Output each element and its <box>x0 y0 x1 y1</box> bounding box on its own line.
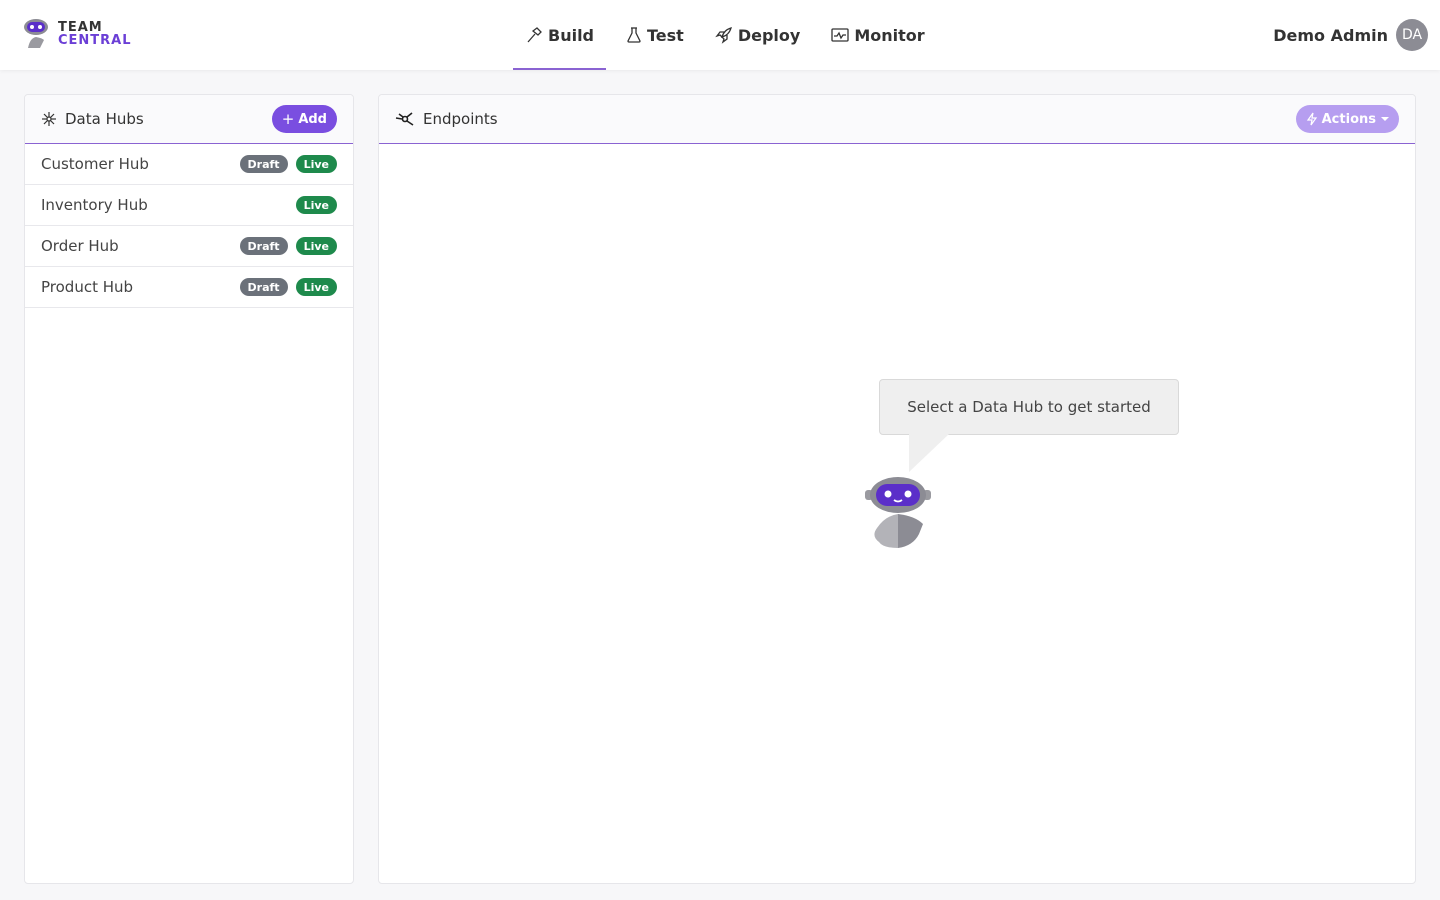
live-badge: Live <box>295 237 337 255</box>
endpoints-network-icon <box>395 112 414 126</box>
plus-icon: + <box>281 110 295 128</box>
tab-deploy[interactable]: Deploy <box>703 0 813 70</box>
hub-name: Customer Hub <box>41 155 149 173</box>
actions-dropdown-button[interactable]: Actions <box>1295 105 1399 133</box>
hub-name: Order Hub <box>41 237 119 255</box>
speech-bubble-tail <box>909 434 949 472</box>
data-hubs-panel: Data Hubs + Add Customer Hub Draft Live … <box>24 94 354 884</box>
empty-state-message: Select a Data Hub to get started <box>879 379 1179 435</box>
flask-icon <box>627 27 641 43</box>
draft-badge: Draft <box>239 155 288 173</box>
user-name: Demo Admin <box>1273 25 1388 45</box>
endpoints-title: Endpoints <box>423 110 498 128</box>
brand-line-2: CENTRAL <box>58 33 132 48</box>
chevron-down-icon <box>1381 117 1389 121</box>
robot-mascot-icon <box>865 477 931 548</box>
live-badge: Live <box>295 155 337 173</box>
tab-build-label: Build <box>548 25 595 45</box>
tab-test-label: Test <box>647 25 684 45</box>
actions-label: Actions <box>1321 111 1376 127</box>
hub-sparkle-icon <box>42 112 56 126</box>
list-item[interactable]: Customer Hub Draft Live <box>25 144 353 185</box>
tab-build[interactable]: Build <box>513 0 607 70</box>
brand-logo[interactable]: TEAM CENTRAL <box>22 18 132 50</box>
tab-test[interactable]: Test <box>614 0 696 70</box>
top-navbar: TEAM CENTRAL Build Test Deploy Monitor D… <box>0 0 1440 70</box>
add-hub-label: Add <box>298 111 327 127</box>
list-item[interactable]: Product Hub Draft Live <box>25 267 353 308</box>
avatar[interactable]: DA <box>1396 19 1428 51</box>
live-badge: Live <box>295 196 337 214</box>
data-hubs-header: Data Hubs + Add <box>25 95 353 144</box>
main-nav: Build Test Deploy Monitor <box>513 0 937 70</box>
robot-logo-icon <box>24 19 48 48</box>
add-hub-button[interactable]: + Add <box>271 105 337 133</box>
list-item[interactable]: Order Hub Draft Live <box>25 226 353 267</box>
draft-badge: Draft <box>239 278 288 296</box>
tab-monitor-label: Monitor <box>854 25 925 45</box>
monitor-icon <box>831 28 849 42</box>
data-hubs-title: Data Hubs <box>65 110 144 128</box>
endpoints-header: Endpoints Actions <box>379 95 1415 144</box>
hammer-icon <box>527 27 542 43</box>
tab-monitor[interactable]: Monitor <box>819 0 936 70</box>
lightning-icon <box>1306 112 1317 126</box>
list-item[interactable]: Inventory Hub Live <box>25 185 353 226</box>
endpoints-panel: Endpoints Actions Select a Data Hub to g… <box>378 94 1416 884</box>
user-menu[interactable]: Demo Admin DA <box>1273 19 1428 51</box>
rocket-icon <box>715 27 732 44</box>
tab-deploy-label: Deploy <box>737 25 801 45</box>
hub-list: Customer Hub Draft Live Inventory Hub Li… <box>25 144 353 308</box>
live-badge: Live <box>295 278 337 296</box>
hub-name: Inventory Hub <box>41 196 148 214</box>
hub-name: Product Hub <box>41 278 134 296</box>
draft-badge: Draft <box>239 237 288 255</box>
